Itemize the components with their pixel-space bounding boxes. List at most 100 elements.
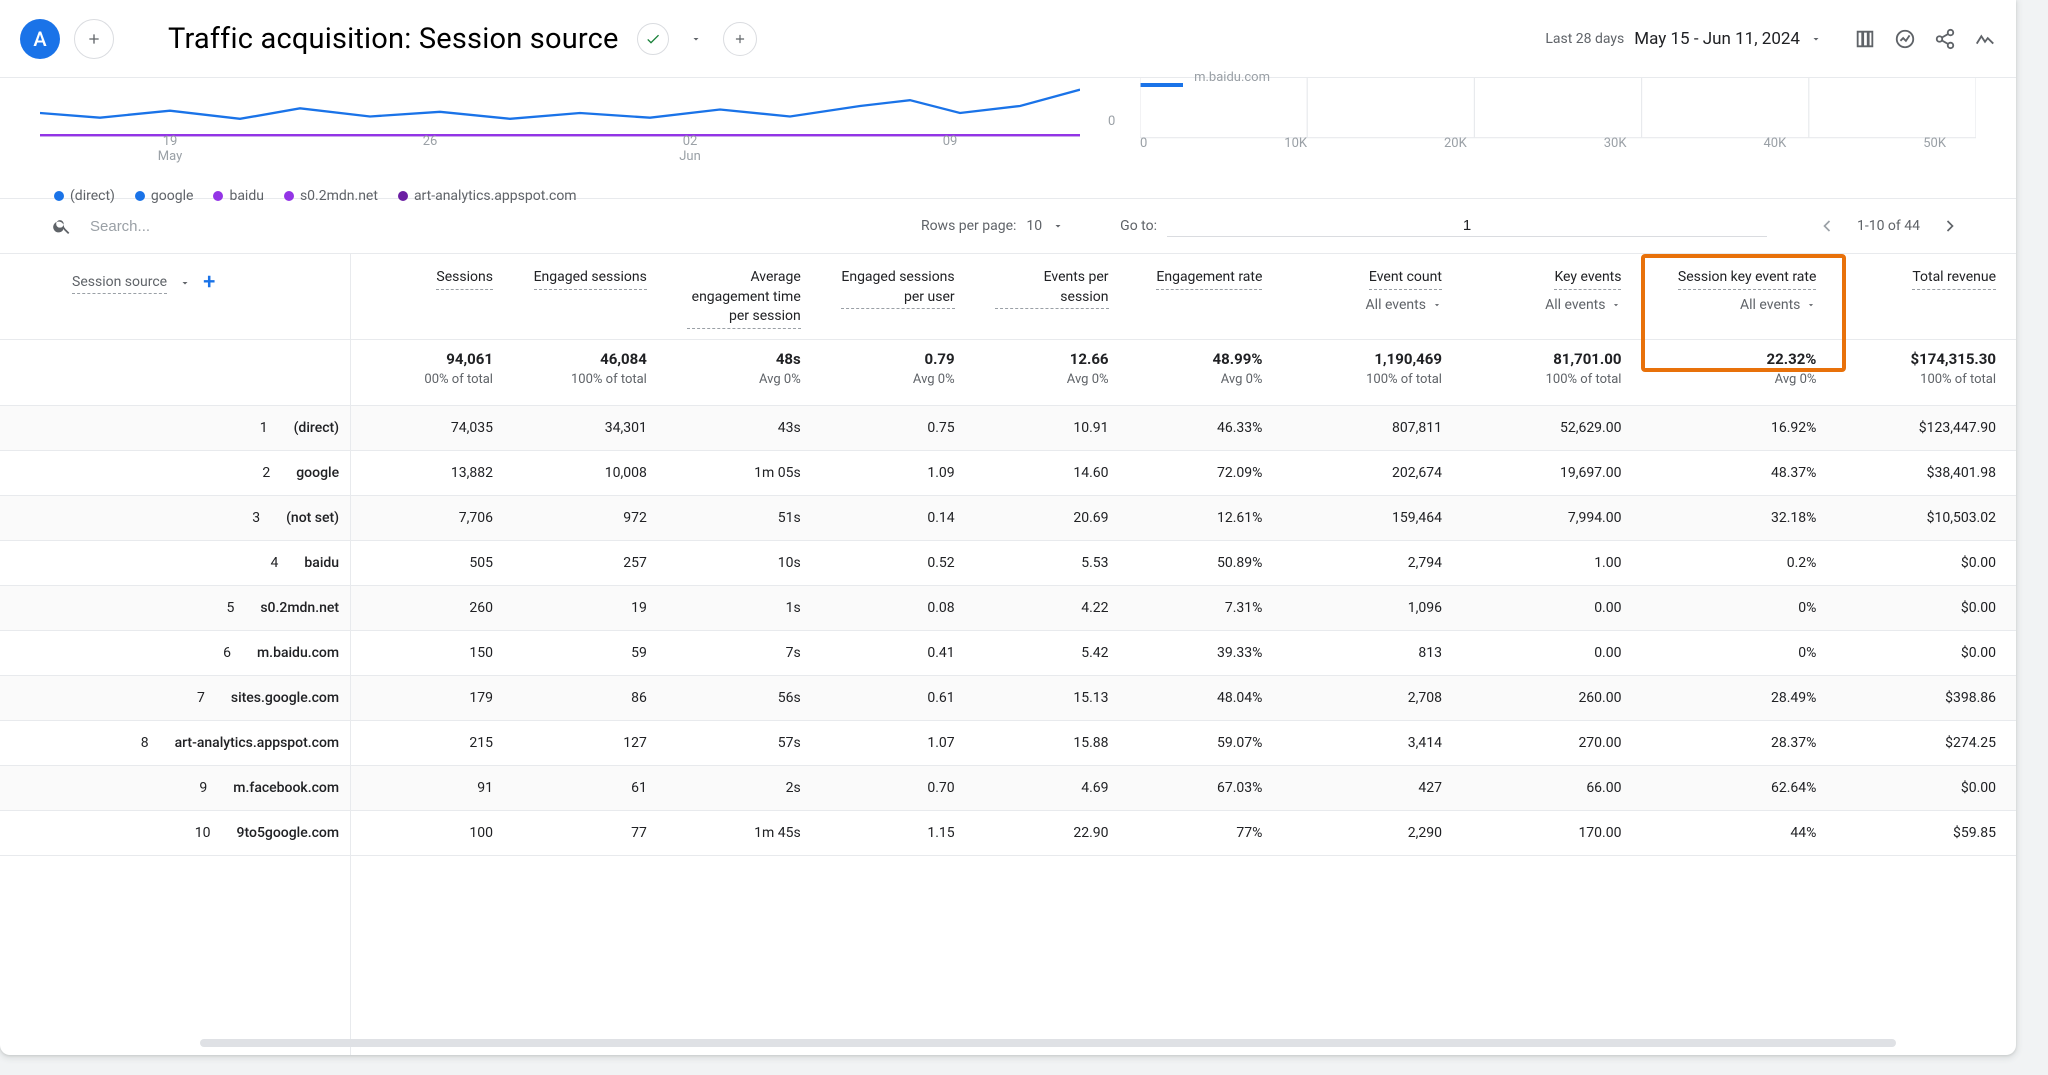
cell-key_events: 52,629.00: [1462, 405, 1642, 450]
plus-icon: [733, 32, 747, 46]
chart-legend: (direct) google baidu s0.2mdn.net art-analyt…: [40, 188, 1976, 204]
table-row[interactable]: 5s0.2mdn.net260191s0.084.227.31%1,0960.0…: [0, 585, 2016, 630]
column-header-engaged[interactable]: Engaged sessions: [513, 254, 667, 339]
cell-key_events: 170.00: [1462, 810, 1642, 855]
row-source: 6m.baidu.com: [0, 630, 359, 675]
column-header-avg_eng[interactable]: Average engagement time per session: [667, 254, 821, 339]
cell-eng_per_user: 0.52: [821, 540, 975, 585]
cell-revenue: $0.00: [1836, 585, 2016, 630]
table-row[interactable]: 109to5google.com100771m 45s1.1522.9077%2…: [0, 810, 2016, 855]
caret-down-icon: [1432, 300, 1442, 310]
explore-icon[interactable]: [1974, 28, 1996, 50]
cell-sessions: 505: [359, 540, 513, 585]
column-header-sessions[interactable]: Sessions: [359, 254, 513, 339]
cell-revenue: $0.00: [1836, 765, 2016, 810]
column-header-events_per[interactable]: Events per session: [975, 254, 1129, 339]
horizontal-scrollbar[interactable]: [200, 1039, 1896, 1047]
table-row[interactable]: 7sites.google.com1798656s0.6115.1348.04%…: [0, 675, 2016, 720]
caret-down-icon: [1806, 300, 1816, 310]
add-button-left[interactable]: [74, 19, 114, 59]
legend-dot-icon: [135, 191, 145, 201]
column-header-event_count[interactable]: Event countAll events: [1282, 254, 1462, 339]
cell-sessions: 150: [359, 630, 513, 675]
add-button-right[interactable]: [723, 22, 757, 56]
cell-engaged: 59: [513, 630, 667, 675]
column-header-revenue[interactable]: Total revenue: [1836, 254, 2016, 339]
bar-chart[interactable]: m.baidu.com 0 10K 20K: [1140, 78, 1976, 148]
legend-item[interactable]: baidu: [213, 188, 264, 204]
report-title: Traffic acquisition: Session source: [168, 22, 619, 56]
cell-events_per: 15.13: [975, 675, 1129, 720]
cell-avg_eng: 43s: [667, 405, 821, 450]
cell-event_count: 2,794: [1282, 540, 1462, 585]
search-input[interactable]: [88, 217, 688, 236]
caret-down-icon: [1052, 220, 1064, 232]
add-dimension-button[interactable]: +: [203, 268, 215, 299]
row-source: 4baidu: [0, 540, 359, 585]
search-icon: [52, 216, 72, 236]
line-chart[interactable]: 19May 26 02Jun 09: [40, 78, 1080, 148]
cell-sess_key_rate: 28.37%: [1641, 720, 1836, 765]
cell-events_per: 20.69: [975, 495, 1129, 540]
next-page-button[interactable]: [1936, 212, 1964, 240]
legend-label: art-analytics.appspot.com: [414, 188, 577, 204]
column-header-sess_key_rate[interactable]: Session key event rateAll events: [1641, 254, 1836, 339]
cell-eng_rate: 46.33%: [1129, 405, 1283, 450]
cell-events_per: 15.88: [975, 720, 1129, 765]
cell-sessions: 74,035: [359, 405, 513, 450]
table-row[interactable]: 4baidu50525710s0.525.5350.89%2,7941.000.…: [0, 540, 2016, 585]
cell-eng_per_user: 0.61: [821, 675, 975, 720]
total-key_events: 81,701.00100% of total: [1462, 339, 1642, 405]
chevron-right-icon: [1940, 216, 1960, 236]
table-row[interactable]: 3(not set)7,70697251s0.1420.6912.61%159,…: [0, 495, 2016, 540]
column-header-eng_per_user[interactable]: Engaged sessions per user: [821, 254, 975, 339]
caret-down-icon: [1611, 300, 1621, 310]
cell-eng_per_user: 0.14: [821, 495, 975, 540]
row-source: 9m.facebook.com: [0, 765, 359, 810]
table-row[interactable]: 1(direct)74,03534,30143s0.7510.9146.33%8…: [0, 405, 2016, 450]
date-range-label: Last 28 days: [1545, 31, 1624, 47]
row-source: 2google: [0, 450, 359, 495]
column-filter[interactable]: All events: [1482, 296, 1622, 316]
cell-engaged: 34,301: [513, 405, 667, 450]
table-row[interactable]: 6m.baidu.com150597s0.415.4239.33%8130.00…: [0, 630, 2016, 675]
rows-per-page[interactable]: Rows per page: 10: [921, 218, 1064, 234]
cell-sess_key_rate: 48.37%: [1641, 450, 1836, 495]
legend-item[interactable]: (direct): [54, 188, 115, 204]
cell-eng_rate: 12.61%: [1129, 495, 1283, 540]
column-header-key_events[interactable]: Key eventsAll events: [1462, 254, 1642, 339]
goto-input[interactable]: [1167, 216, 1767, 237]
row-source: 7sites.google.com: [0, 675, 359, 720]
cell-eng_per_user: 1.09: [821, 450, 975, 495]
table-row[interactable]: 9m.facebook.com91612s0.704.6967.03%42766…: [0, 765, 2016, 810]
prev-page-button[interactable]: [1813, 212, 1841, 240]
avatar[interactable]: A: [20, 19, 60, 59]
status-dropdown[interactable]: [683, 23, 709, 55]
cell-sessions: 13,882: [359, 450, 513, 495]
date-range-picker[interactable]: Last 28 days May 15 - Jun 11, 2024: [1545, 29, 1822, 49]
cell-events_per: 4.22: [975, 585, 1129, 630]
status-applied-icon[interactable]: [637, 23, 669, 55]
rpp-label: Rows per page:: [921, 218, 1016, 234]
dimension-header[interactable]: Session source +: [0, 254, 359, 339]
legend-item[interactable]: s0.2mdn.net: [284, 188, 378, 204]
compare-icon[interactable]: [1854, 28, 1876, 50]
legend-dot-icon: [398, 191, 408, 201]
table-row[interactable]: 2google13,88210,0081m 05s1.0914.6072.09%…: [0, 450, 2016, 495]
table-row[interactable]: 8art-analytics.appspot.com21512757s1.071…: [0, 720, 2016, 765]
column-header-eng_rate[interactable]: Engagement rate: [1129, 254, 1283, 339]
cell-sess_key_rate: 28.49%: [1641, 675, 1836, 720]
column-filter[interactable]: All events: [1302, 296, 1442, 316]
x-axis-ticks: 19May 26 02Jun 09: [40, 134, 1080, 164]
cell-engaged: 257: [513, 540, 667, 585]
legend-item[interactable]: google: [135, 188, 194, 204]
cell-eng_per_user: 0.41: [821, 630, 975, 675]
chart-area: 19May 26 02Jun 09 0 m.baidu.com: [0, 78, 2016, 198]
column-filter[interactable]: All events: [1661, 296, 1816, 316]
insights-icon[interactable]: [1894, 28, 1916, 50]
legend-dot-icon: [54, 191, 64, 201]
legend-item[interactable]: art-analytics.appspot.com: [398, 188, 577, 204]
legend-dot-icon: [213, 191, 223, 201]
share-icon[interactable]: [1934, 28, 1956, 50]
dimension-label: Session source: [72, 273, 167, 295]
